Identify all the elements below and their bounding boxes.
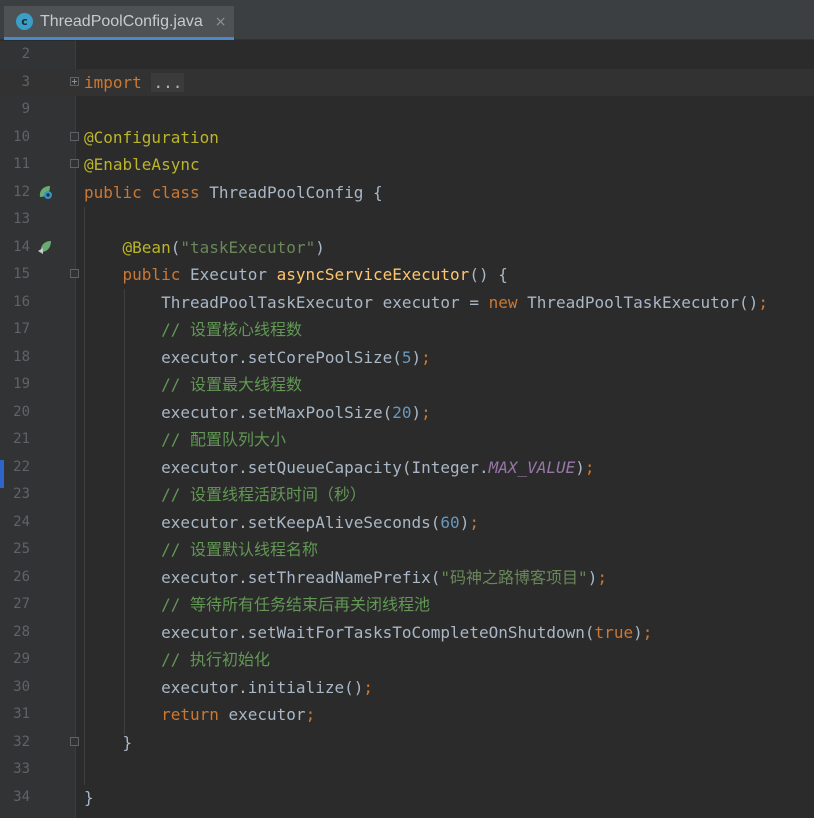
code-line[interactable]: 30 executor.initialize();	[0, 674, 814, 701]
code-line[interactable]: 17 // 设置核心线程数	[0, 316, 814, 343]
line-number: 20	[13, 404, 30, 420]
code-text: executor.setWaitForTasksToCompleteOnShut…	[161, 623, 653, 642]
code-text: // 配置队列大小	[161, 430, 286, 449]
code-line[interactable]: 34 }	[0, 784, 814, 811]
line-number: 30	[13, 679, 30, 695]
tab-threadpoolconfig[interactable]: c ThreadPoolConfig.java ×	[4, 6, 234, 40]
fold-marker-icon[interactable]	[70, 159, 79, 168]
fold-expand-icon[interactable]	[70, 77, 79, 86]
code-text: executor.setKeepAliveSeconds(60);	[161, 513, 479, 532]
code-line[interactable]: 19 // 设置最大线程数	[0, 371, 814, 398]
line-number: 27	[13, 596, 30, 612]
code-text: // 设置默认线程名称	[161, 540, 318, 559]
code-text: ThreadPoolTaskExecutor executor = new Th…	[161, 293, 768, 312]
code-text: // 执行初始化	[161, 650, 270, 669]
code-text: @Bean("taskExecutor")	[122, 238, 325, 257]
line-number: 17	[13, 321, 30, 337]
code-line[interactable]: 14 @Bean("taskExecutor")	[0, 234, 814, 261]
code-text: }	[84, 788, 94, 807]
fold-collapse-icon[interactable]	[70, 132, 79, 141]
code-line[interactable]: 9	[0, 96, 814, 123]
code-text: // 设置核心线程数	[161, 320, 302, 339]
line-number: 28	[13, 624, 30, 640]
code-line[interactable]: 25 // 设置默认线程名称	[0, 536, 814, 563]
line-number: 19	[13, 376, 30, 392]
code-text: public Executor asyncServiceExecutor() {	[122, 265, 508, 284]
code-text: @Configuration	[84, 128, 219, 147]
code-text: @EnableAsync	[84, 155, 200, 174]
code-text: // 设置最大线程数	[161, 375, 302, 394]
tab-label: ThreadPoolConfig.java	[40, 12, 203, 30]
code-line[interactable]: 24 executor.setKeepAliveSeconds(60);	[0, 509, 814, 536]
code-line[interactable]: 28 executor.setWaitForTasksToCompleteOnS…	[0, 619, 814, 646]
line-number: 3	[21, 74, 30, 90]
line-number: 10	[13, 129, 30, 145]
line-number: 16	[13, 294, 30, 310]
code-line[interactable]: 2	[0, 41, 814, 68]
code-line[interactable]: 10 @Configuration	[0, 124, 814, 151]
line-number: 18	[13, 349, 30, 365]
line-number: 33	[13, 761, 30, 777]
line-number: 25	[13, 541, 30, 557]
line-number: 34	[13, 789, 30, 805]
line-number: 15	[13, 266, 30, 282]
code-line[interactable]: 31 return executor;	[0, 701, 814, 728]
code-line[interactable]: 32 }	[0, 729, 814, 756]
java-class-icon: c	[16, 13, 33, 30]
line-number: 24	[13, 514, 30, 530]
code-text: // 等待所有任务结束后再关闭线程池	[161, 595, 430, 614]
line-number: 14	[13, 239, 30, 255]
code-text: executor.setMaxPoolSize(20);	[161, 403, 431, 422]
line-number: 22	[13, 459, 30, 475]
code-text: import ...	[84, 73, 185, 92]
code-line[interactable]: 29 // 执行初始化	[0, 646, 814, 673]
code-line[interactable]: 16 ThreadPoolTaskExecutor executor = new…	[0, 289, 814, 316]
code-line[interactable]: 12 public class ThreadPoolConfig {	[0, 179, 814, 206]
code-line[interactable]: 22 executor.setQueueCapacity(Integer.MAX…	[0, 454, 814, 481]
line-number: 12	[13, 184, 30, 200]
line-number: 2	[21, 46, 30, 62]
code-text: executor.setCorePoolSize(5);	[161, 348, 431, 367]
line-number: 21	[13, 431, 30, 447]
line-number: 13	[13, 211, 30, 227]
code-line[interactable]: 15 public Executor asyncServiceExecutor(…	[0, 261, 814, 288]
code-text: return executor;	[161, 705, 316, 724]
close-icon[interactable]: ×	[215, 14, 227, 30]
fold-collapse-icon[interactable]	[70, 269, 79, 278]
spring-bean-method-icon[interactable]	[37, 239, 53, 255]
code-text: // 设置线程活跃时间（秒）	[161, 485, 366, 504]
code-line[interactable]: 13	[0, 206, 814, 233]
editor-tab-bar: c ThreadPoolConfig.java ×	[0, 0, 814, 40]
code-line[interactable]: 26 executor.setThreadNamePrefix("码神之路博客项…	[0, 564, 814, 591]
code-text: executor.setQueueCapacity(Integer.MAX_VA…	[161, 458, 595, 477]
code-line[interactable]: 21 // 配置队列大小	[0, 426, 814, 453]
code-text: }	[122, 733, 133, 752]
line-number: 9	[21, 101, 30, 117]
fold-end-icon[interactable]	[70, 737, 79, 746]
line-number: 31	[13, 706, 30, 722]
code-line[interactable]: 11 @EnableAsync	[0, 151, 814, 178]
code-line[interactable]: 18 executor.setCorePoolSize(5);	[0, 344, 814, 371]
line-number: 26	[13, 569, 30, 585]
code-line[interactable]: 3 import ...	[0, 69, 814, 96]
line-number: 29	[13, 651, 30, 667]
code-line[interactable]: 33	[0, 756, 814, 783]
line-number: 32	[13, 734, 30, 750]
spring-bean-class-icon[interactable]	[37, 184, 53, 200]
code-line[interactable]: 23 // 设置线程活跃时间（秒）	[0, 481, 814, 508]
code-text: executor.setThreadNamePrefix("码神之路博客项目")…	[161, 568, 607, 587]
line-number: 11	[13, 156, 30, 172]
line-number: 23	[13, 486, 30, 502]
code-line[interactable]: 27 // 等待所有任务结束后再关闭线程池	[0, 591, 814, 618]
code-text: executor.initialize();	[161, 678, 373, 697]
folded-imports[interactable]: ...	[151, 73, 185, 92]
code-text: public class ThreadPoolConfig {	[84, 183, 383, 202]
code-line[interactable]: 20 executor.setMaxPoolSize(20);	[0, 399, 814, 426]
